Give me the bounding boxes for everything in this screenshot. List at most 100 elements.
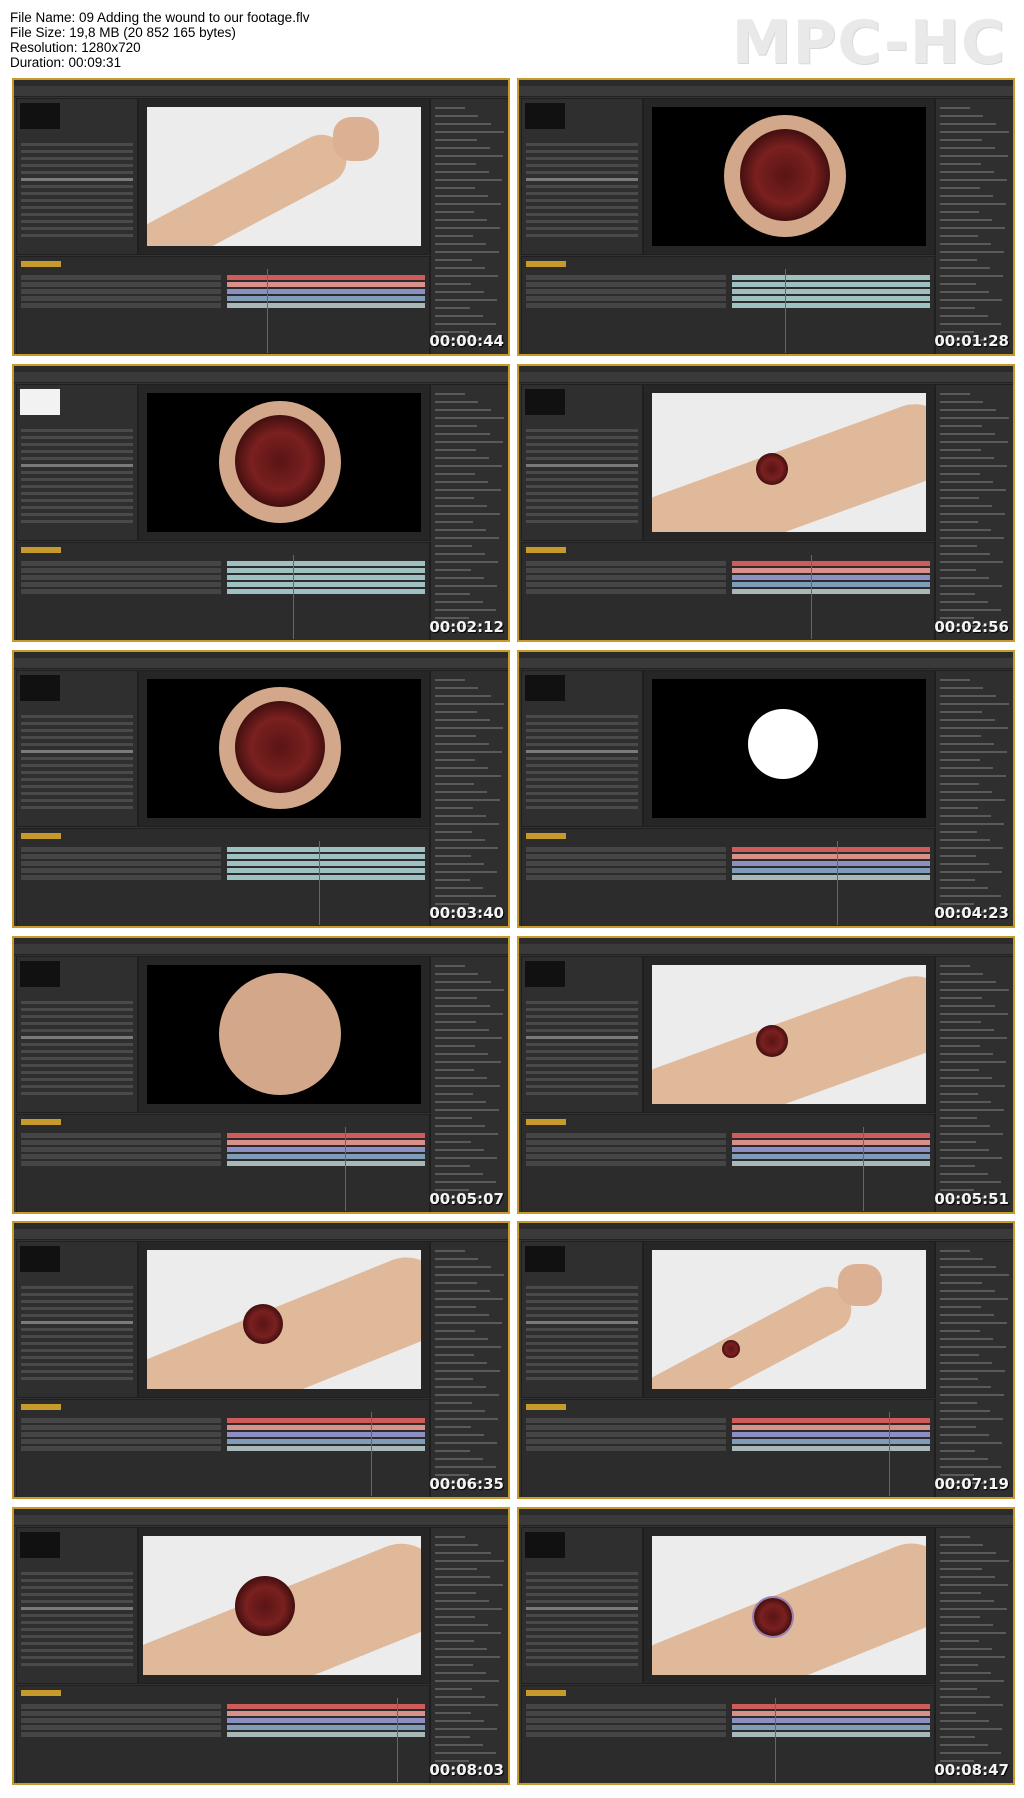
project-panel[interactable] <box>16 1527 138 1684</box>
timeline-panel[interactable] <box>16 1114 430 1212</box>
video-thumbnail[interactable]: 00:04:23 <box>517 650 1015 928</box>
timeline-panel[interactable] <box>521 1114 935 1212</box>
project-panel[interactable] <box>521 670 643 827</box>
timestamp: 00:07:19 <box>934 1475 1009 1493</box>
timeline-panel[interactable] <box>16 828 430 926</box>
timestamp: 00:04:23 <box>934 904 1009 922</box>
effects-panel[interactable] <box>430 1527 508 1783</box>
timestamp: 00:08:47 <box>934 1761 1009 1779</box>
project-panel[interactable] <box>16 1241 138 1398</box>
project-panel[interactable] <box>16 384 138 541</box>
effects-panel[interactable] <box>935 670 1013 926</box>
composition-viewer[interactable] <box>643 1241 935 1398</box>
effects-panel[interactable] <box>430 670 508 926</box>
footage-frame <box>652 1250 926 1389</box>
timeline-panel[interactable] <box>16 1685 430 1783</box>
effects-panel[interactable] <box>430 956 508 1212</box>
composition-frame <box>652 679 926 818</box>
effects-panel[interactable] <box>935 1527 1013 1783</box>
composition-viewer[interactable] <box>138 956 430 1113</box>
composition-frame <box>147 679 421 818</box>
timestamp: 00:02:56 <box>934 618 1009 636</box>
project-panel[interactable] <box>521 384 643 541</box>
duration: Duration: 00:09:31 <box>10 55 122 70</box>
composition-viewer[interactable] <box>643 670 935 827</box>
tool-bar[interactable] <box>14 1515 508 1526</box>
file-info: File Name: 09 Adding the wound to our fo… <box>10 10 309 70</box>
tool-bar[interactable] <box>519 372 1013 383</box>
composition-viewer[interactable] <box>643 956 935 1113</box>
project-panel[interactable] <box>16 956 138 1113</box>
timeline-panel[interactable] <box>16 1399 430 1497</box>
footage-frame <box>652 965 926 1104</box>
effects-panel[interactable] <box>935 98 1013 354</box>
video-thumbnail[interactable]: 00:05:51 <box>517 936 1015 1214</box>
composition-frame <box>147 965 421 1104</box>
effects-panel[interactable] <box>430 1241 508 1497</box>
tool-bar[interactable] <box>14 86 508 97</box>
timestamp: 00:08:03 <box>429 1761 504 1779</box>
timeline-panel[interactable] <box>521 1685 935 1783</box>
timestamp: 00:05:07 <box>429 1190 504 1208</box>
project-panel[interactable] <box>521 956 643 1113</box>
project-panel[interactable] <box>521 98 643 255</box>
composition-viewer[interactable] <box>643 98 935 255</box>
tool-bar[interactable] <box>14 372 508 383</box>
project-panel[interactable] <box>16 670 138 827</box>
video-thumbnail[interactable]: 00:05:07 <box>12 936 510 1214</box>
project-panel[interactable] <box>521 1241 643 1398</box>
video-thumbnail[interactable]: 00:06:35 <box>12 1221 510 1499</box>
video-thumbnail[interactable]: 00:08:03 <box>12 1507 510 1785</box>
footage-frame <box>147 107 421 246</box>
tool-bar[interactable] <box>519 86 1013 97</box>
video-thumbnail[interactable]: 00:02:12 <box>12 364 510 642</box>
resolution: Resolution: 1280x720 <box>10 40 141 55</box>
timeline-panel[interactable] <box>521 542 935 640</box>
timeline-panel[interactable] <box>16 256 430 354</box>
timestamp: 00:02:12 <box>429 618 504 636</box>
video-thumbnail[interactable]: 00:08:47 <box>517 1507 1015 1785</box>
composition-viewer[interactable] <box>138 384 430 541</box>
footage-frame <box>143 1536 421 1675</box>
timestamp: 00:00:44 <box>429 332 504 350</box>
video-thumbnail[interactable]: 00:07:19 <box>517 1221 1015 1499</box>
timestamp: 00:06:35 <box>429 1475 504 1493</box>
tool-bar[interactable] <box>14 944 508 955</box>
composition-viewer[interactable] <box>138 98 430 255</box>
tool-bar[interactable] <box>519 658 1013 669</box>
effects-panel[interactable] <box>430 384 508 640</box>
timestamp: 00:01:28 <box>934 332 1009 350</box>
project-panel[interactable] <box>521 1527 643 1684</box>
timeline-panel[interactable] <box>521 256 935 354</box>
tool-bar[interactable] <box>14 1229 508 1240</box>
timestamp: 00:03:40 <box>429 904 504 922</box>
file-name: File Name: 09 Adding the wound to our fo… <box>10 10 310 25</box>
mpc-hc-logo: MPC-HC <box>731 8 1006 78</box>
timeline-panel[interactable] <box>521 828 935 926</box>
composition-frame <box>652 107 926 246</box>
timeline-panel[interactable] <box>521 1399 935 1497</box>
composition-viewer[interactable] <box>138 670 430 827</box>
composition-viewer[interactable] <box>643 1527 935 1684</box>
tool-bar[interactable] <box>14 658 508 669</box>
file-size: File Size: 19,8 MB (20 852 165 bytes) <box>10 25 236 40</box>
composition-viewer[interactable] <box>138 1527 430 1684</box>
tool-bar[interactable] <box>519 944 1013 955</box>
composition-viewer[interactable] <box>643 384 935 541</box>
effects-panel[interactable] <box>935 1241 1013 1497</box>
footage-frame <box>652 1536 926 1675</box>
video-thumbnail[interactable]: 00:00:44 <box>12 78 510 356</box>
timestamp: 00:05:51 <box>934 1190 1009 1208</box>
video-thumbnail[interactable]: 00:02:56 <box>517 364 1015 642</box>
composition-viewer[interactable] <box>138 1241 430 1398</box>
video-thumbnail[interactable]: 00:01:28 <box>517 78 1015 356</box>
effects-panel[interactable] <box>430 98 508 354</box>
effects-panel[interactable] <box>935 384 1013 640</box>
footage-frame <box>147 1250 421 1389</box>
project-panel[interactable] <box>16 98 138 255</box>
video-thumbnail[interactable]: 00:03:40 <box>12 650 510 928</box>
tool-bar[interactable] <box>519 1229 1013 1240</box>
tool-bar[interactable] <box>519 1515 1013 1526</box>
timeline-panel[interactable] <box>16 542 430 640</box>
effects-panel[interactable] <box>935 956 1013 1212</box>
